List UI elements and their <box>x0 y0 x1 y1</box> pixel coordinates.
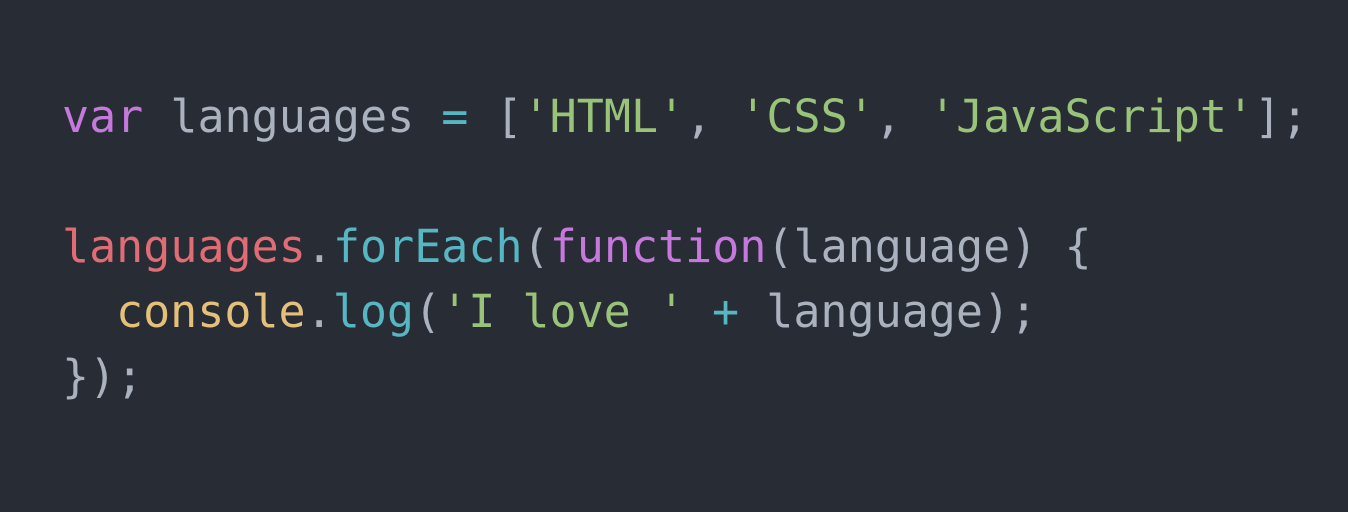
token-bracket-close: ]; <box>1254 90 1309 143</box>
token-operator-plus: + <box>684 285 767 338</box>
code-line-2-empty <box>62 149 1308 214</box>
token-dot-1: . <box>305 220 333 273</box>
code-line-3: languages.forEach(function(language) { <box>62 214 1308 279</box>
token-paren-open-1: ( <box>522 220 550 273</box>
token-identifier-language-close: language); <box>766 285 1038 338</box>
token-comma-1: , <box>685 90 740 143</box>
token-identifier-languages: languages <box>143 90 442 143</box>
token-comma-2: , <box>874 90 929 143</box>
token-string-css: 'CSS' <box>739 90 875 143</box>
token-paren-open-2: ( <box>414 285 442 338</box>
token-keyword-function: function <box>549 220 767 273</box>
code-line-5: }); <box>62 344 1308 409</box>
code-editor[interactable]: var languages = ['HTML', 'CSS', 'JavaScr… <box>0 0 1348 512</box>
token-function-log: log <box>332 285 415 338</box>
token-function-foreach: forEach <box>332 220 523 273</box>
token-param-language: (language) { <box>766 220 1092 273</box>
token-variable-languages: languages <box>62 220 306 273</box>
token-string-i-love: 'I love ' <box>441 285 685 338</box>
token-dot-2: . <box>305 285 333 338</box>
token-object-console: console <box>116 285 306 338</box>
token-operator-equals: = <box>441 90 469 143</box>
token-string-javascript: 'JavaScript' <box>928 90 1255 143</box>
code-block[interactable]: var languages = ['HTML', 'CSS', 'JavaScr… <box>62 84 1308 409</box>
token-string-html: 'HTML' <box>522 90 686 143</box>
token-bracket-open: [ <box>468 90 523 143</box>
code-line-4: console.log('I love ' + language); <box>62 279 1308 344</box>
code-line-1: var languages = ['HTML', 'CSS', 'JavaScr… <box>62 84 1308 149</box>
token-closing: }); <box>62 350 144 403</box>
token-keyword-var: var <box>62 90 144 143</box>
